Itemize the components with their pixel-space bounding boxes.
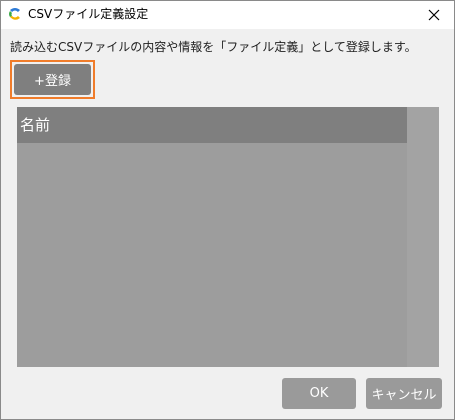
list-header: 名前 xyxy=(17,107,407,143)
list-scroll-area xyxy=(407,107,439,367)
title-bar: CSVファイル定義設定 xyxy=(1,1,454,29)
definition-list[interactable]: 名前 xyxy=(17,107,439,367)
cancel-button[interactable]: キャンセル xyxy=(366,378,442,409)
register-button[interactable]: +登録 xyxy=(14,64,91,95)
app-logo-icon xyxy=(9,8,20,20)
description-text: 読み込むCSVファイルの内容や情報を「ファイル定義」として登録します。 xyxy=(10,40,417,54)
close-icon xyxy=(428,9,440,21)
close-button[interactable] xyxy=(414,1,454,29)
window-title: CSVファイル定義設定 xyxy=(28,7,149,21)
name-column-header: 名前 xyxy=(20,116,51,134)
dialog-window: CSVファイル定義設定 読み込むCSVファイルの内容や情報を「ファイル定義」とし… xyxy=(0,0,455,420)
ok-button[interactable]: OK xyxy=(282,378,356,409)
